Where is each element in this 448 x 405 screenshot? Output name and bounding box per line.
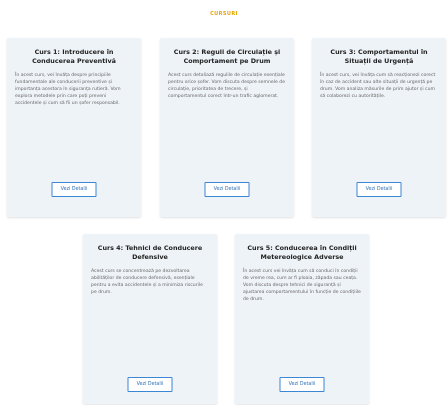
section-title: CURSURI [210, 11, 238, 17]
course-description: În acest curs, vei învăța despre princip… [15, 73, 121, 107]
course-description: În acest curs vei învăța cum să conduci … [243, 269, 361, 303]
course-description: În acest curs, vei învăța cum să reacțio… [320, 73, 436, 100]
view-details-button[interactable]: Vezi Detalii [356, 182, 402, 197]
course-card-3: Curs 3: Comportamentul în Situații de Ur… [312, 38, 446, 217]
course-card-4: Curs 4: Tehnici de Conducere Defensive A… [83, 234, 217, 404]
view-details-button[interactable]: Vezi Detalii [51, 182, 97, 197]
view-details-button[interactable]: Vezi Detalii [204, 182, 250, 197]
course-card-5: Curs 5: Conducerea în Condiții Metereolo… [235, 234, 369, 404]
course-title: Curs 3: Comportamentul în Situații de Ur… [330, 48, 428, 65]
course-description: Acest curs se concentrează pe dezvoltare… [91, 269, 203, 296]
course-description: Acest curs detaliază regulile de circula… [168, 73, 286, 100]
view-details-button[interactable]: Vezi Detalii [127, 377, 173, 392]
course-title: Curs 4: Tehnici de Conducere Defensive [97, 244, 203, 261]
course-title: Curs 2: Reguli de Circulație și Comporta… [173, 48, 281, 65]
course-title: Curs 5: Conducerea în Condiții Metereolo… [247, 244, 357, 261]
course-card-2: Curs 2: Reguli de Circulație și Comporta… [160, 38, 294, 217]
course-card-1: Curs 1: Introducere în Conducerea Preven… [7, 38, 141, 217]
course-title: Curs 1: Introducere în Conducerea Preven… [32, 48, 116, 65]
courses-page: CURSURI Curs 1: Introducere în Conducere… [0, 0, 448, 405]
view-details-button[interactable]: Vezi Detalii [279, 377, 325, 392]
